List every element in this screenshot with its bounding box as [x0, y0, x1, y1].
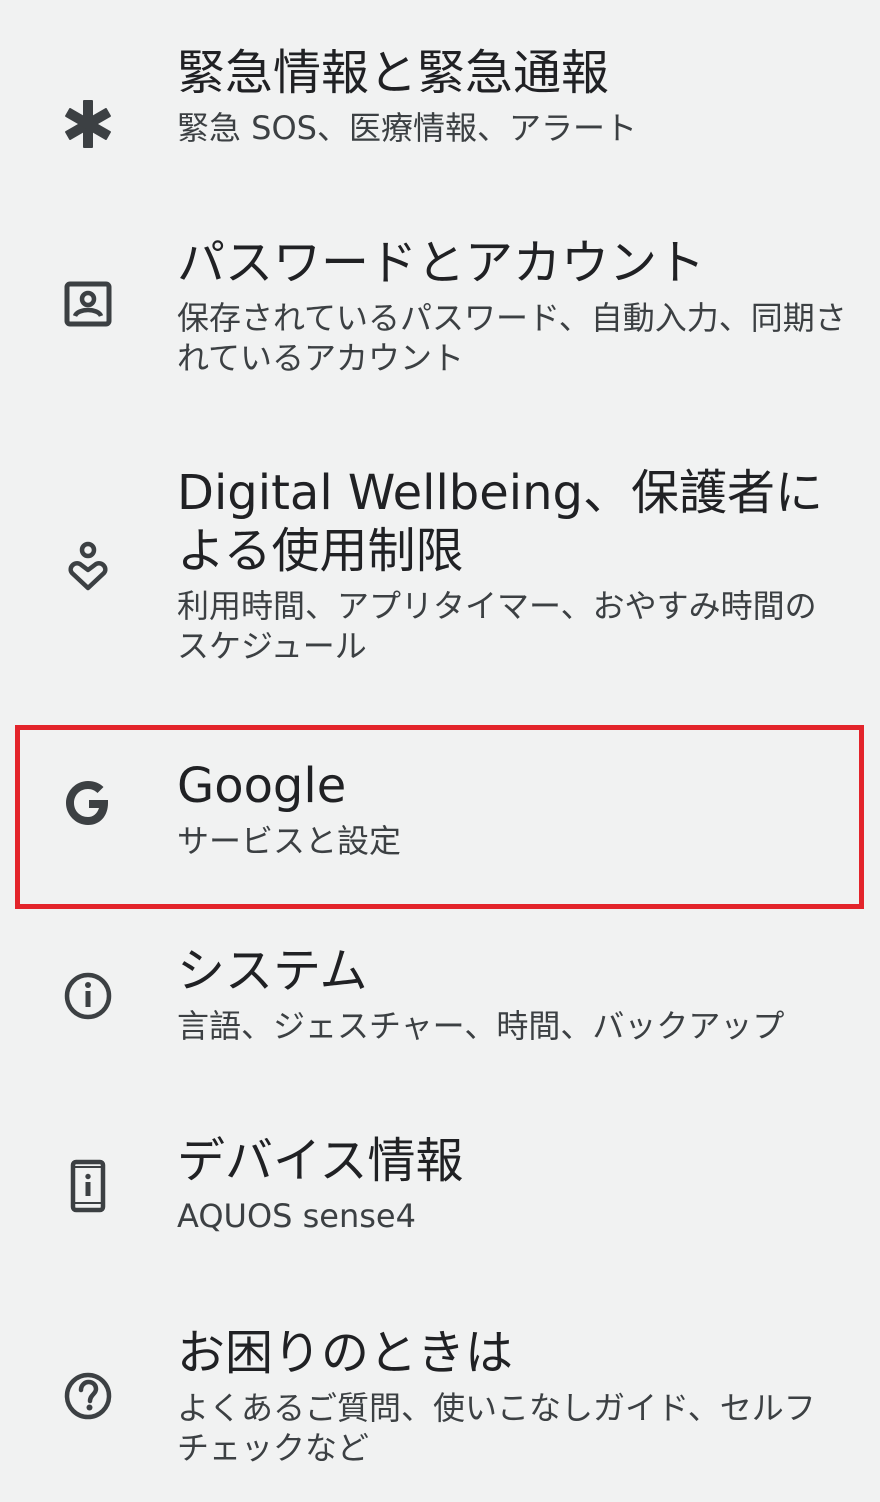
item-subtitle: 緊急 SOS、医療情報、アラート: [177, 109, 637, 147]
item-subtitle: AQUOS sense4: [177, 1197, 416, 1235]
settings-item-help[interactable]: お困りのときは よくあるご質問、使いこなしガイド、セルフチェックなど: [0, 1312, 880, 1492]
phone-info-icon: [58, 1156, 118, 1216]
item-title: Digital Wellbeing、保護者による使用制限: [177, 465, 824, 579]
help-icon: [58, 1366, 118, 1426]
item-title: システム: [177, 943, 368, 999]
account-box-icon: [58, 274, 118, 334]
settings-item-passwords-accounts[interactable]: パスワードとアカウント 保存されているパスワード、自動入力、同期されているアカウ…: [0, 220, 880, 400]
item-title: Google: [177, 758, 347, 814]
settings-item-system[interactable]: システム 言語、ジェスチャー、時間、バックアップ: [0, 930, 880, 1080]
item-subtitle: サービスと設定: [177, 822, 402, 860]
settings-item-digital-wellbeing[interactable]: Digital Wellbeing、保護者による使用制限 利用時間、アプリタイマ…: [0, 450, 880, 680]
settings-item-emergency[interactable]: 緊急情報と緊急通報 緊急 SOS、医療情報、アラート: [0, 30, 880, 180]
wellbeing-icon: [58, 536, 118, 596]
item-subtitle: よくあるご質問、使いこなしガイド、セルフチェックなど: [177, 1389, 816, 1467]
item-subtitle: 保存されているパスワード、自動入力、同期されているアカウント: [177, 299, 847, 377]
item-title: デバイス情報: [177, 1133, 464, 1189]
info-icon: [58, 966, 118, 1026]
settings-item-device-info[interactable]: デバイス情報 AQUOS sense4: [0, 1120, 880, 1270]
settings-item-google[interactable]: Google サービスと設定: [0, 745, 880, 895]
item-title: 緊急情報と緊急通報: [177, 45, 610, 101]
asterisk-icon: [58, 94, 118, 154]
item-subtitle: 利用時間、アプリタイマー、おやすみ時間のスケジュール: [177, 587, 817, 665]
settings-list: 緊急情報と緊急通報 緊急 SOS、医療情報、アラート パスワードとアカウント 保…: [0, 0, 880, 1502]
item-title: お困りのときは: [177, 1325, 514, 1381]
item-subtitle: 言語、ジェスチャー、時間、バックアップ: [177, 1007, 785, 1045]
item-title: パスワードとアカウント: [177, 235, 706, 291]
google-g-icon: [58, 773, 118, 833]
